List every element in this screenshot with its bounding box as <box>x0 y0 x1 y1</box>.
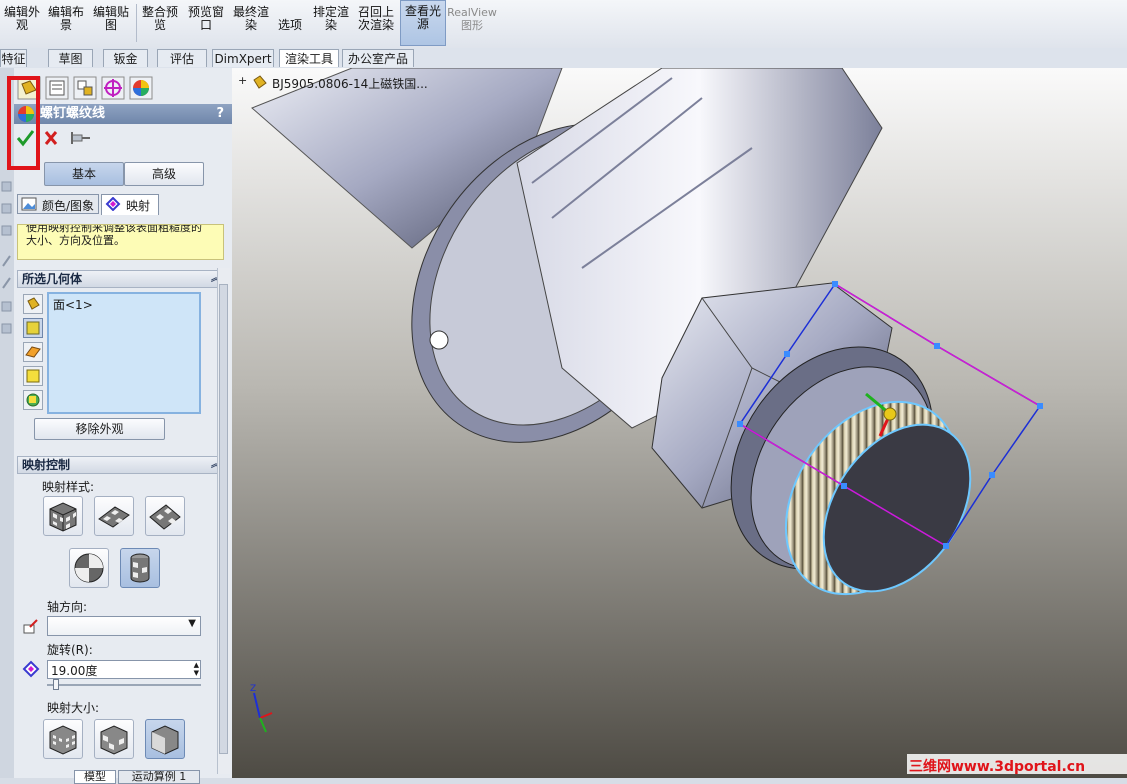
checker-sphere-icon <box>74 553 104 583</box>
panel-scrollbar[interactable] <box>217 268 230 774</box>
checker-projection-icon <box>149 504 181 530</box>
integrated-preview-button[interactable]: 整合预 览 <box>138 0 182 46</box>
property-manager-title: 螺钉螺纹线 <box>40 106 106 121</box>
dimxpert-manager-tab-icon[interactable] <box>101 76 125 100</box>
display-manager-tab-icon[interactable] <box>129 76 153 100</box>
options-button[interactable]: 选项 <box>273 0 307 46</box>
remove-appearance-button[interactable]: 移除外观 <box>34 418 165 440</box>
cancel-x-icon[interactable] <box>44 131 58 145</box>
property-manager-header: 螺钉螺纹线 ? <box>14 104 232 124</box>
surface-mapping-button[interactable] <box>43 496 83 536</box>
recall-last-render-button[interactable]: 召回上 次渲染 <box>353 0 399 46</box>
tab-motion-study[interactable]: 运动算例 1 <box>118 770 200 784</box>
mapping-size-label: 映射大小: <box>47 701 100 715</box>
pin-icon[interactable] <box>71 132 90 144</box>
mapping-control-header[interactable]: 映射控制 ︽ <box>17 456 226 474</box>
mapping-icon <box>105 197 121 211</box>
command-ribbon: 编辑外 观 编辑布 景 编辑贴 图 整合预 览 预览窗 口 最终渲 染 选项 排… <box>0 0 1127 49</box>
axis-direction-label: 轴方向: <box>47 600 88 614</box>
tab-model[interactable]: 模型 <box>74 770 116 784</box>
size-fit-button[interactable] <box>145 719 185 759</box>
model-scene[interactable]: Z Σ <box>232 68 1127 778</box>
part-filter-icon[interactable] <box>23 294 43 314</box>
checker-cube-icon <box>49 502 77 532</box>
face-filter-icon[interactable] <box>23 318 43 338</box>
rotation-label: 旋转(R): <box>47 643 93 657</box>
feature-manager-strip <box>0 68 14 778</box>
surface-filter-icon[interactable] <box>23 342 43 362</box>
spherical-mapping-button[interactable] <box>69 548 109 588</box>
checker-cylinder-icon <box>130 553 150 583</box>
manager-tab-row <box>14 76 232 100</box>
highlight-annotation-box <box>7 76 40 170</box>
selected-geometry-list[interactable]: 面<1> <box>47 292 201 414</box>
selected-geometry-header[interactable]: 所选几何体 ︽ <box>17 270 226 288</box>
help-button[interactable]: ? <box>216 104 224 124</box>
basic-mode-button[interactable]: 基本 <box>44 162 124 186</box>
tab-office-products[interactable]: 办公室产品 <box>342 49 414 67</box>
property-manager-tab-icon[interactable] <box>45 76 69 100</box>
view-lights-button[interactable]: 查看光 源 <box>400 0 446 46</box>
graphics-viewport[interactable]: Z Σ + BJ5905.0806-14上磁铁国... <box>232 68 1127 778</box>
final-render-button[interactable]: 最终渲 染 <box>229 0 273 46</box>
tab-features[interactable]: 特征 <box>0 49 27 67</box>
expand-icon[interactable]: + <box>238 74 247 87</box>
configuration-manager-tab-icon[interactable] <box>73 76 97 100</box>
axis-direction-dropdown[interactable]: ▼ <box>47 616 201 636</box>
watermark-text: 三维网www.3dportal.cn <box>909 759 1086 775</box>
tab-sheetmetal[interactable]: 钣金 <box>103 49 148 67</box>
rotation-icon <box>22 660 40 678</box>
size-small-button[interactable] <box>43 719 83 759</box>
spin-arrows-icon[interactable]: ▲ ▼ <box>194 661 199 677</box>
checker-plane-icon <box>98 506 130 528</box>
edit-appearance-button[interactable]: 编辑外 观 <box>0 0 44 46</box>
feature-filter-icon[interactable] <box>23 390 43 410</box>
preview-window-button[interactable]: 预览窗 口 <box>183 0 229 46</box>
tab-sketch[interactable]: 草图 <box>48 49 93 67</box>
property-manager-panel: 螺钉螺纹线 ? 基本 高级 颜色/图象 映射 使用映射控制来调整该表面粗糙度的大… <box>14 68 233 784</box>
checker-cube-icon <box>100 725 128 755</box>
flange-hole <box>429 330 449 350</box>
size-medium-button[interactable] <box>94 719 134 759</box>
svg-text:Z: Z <box>250 684 256 694</box>
mapping-style-label: 映射样式: <box>42 480 95 494</box>
body-filter-icon[interactable] <box>23 366 43 386</box>
rotation-slider[interactable] <box>47 679 201 691</box>
schedule-render-button[interactable]: 排定渲 染 <box>309 0 353 46</box>
command-tabs: 特征 草图 钣金 评估 DimXpert 渲染工具 办公室产品 <box>0 48 1127 69</box>
scrollbar-thumb[interactable] <box>219 284 228 754</box>
axis-direction-icon <box>23 619 38 634</box>
image-icon <box>21 197 37 211</box>
projection-mapping-button[interactable] <box>145 496 185 536</box>
tab-evaluate[interactable]: 评估 <box>157 49 207 67</box>
ribbon-separator <box>136 4 137 42</box>
checker-cube-icon <box>49 725 77 755</box>
tab-render-tools[interactable]: 渲染工具 <box>279 49 339 67</box>
edit-scene-button[interactable]: 编辑布 景 <box>44 0 88 46</box>
part-icon <box>253 75 267 89</box>
rotation-input[interactable]: 19.00度 ▲ ▼ <box>47 660 201 679</box>
list-item[interactable]: 面<1> <box>53 296 93 313</box>
dropdown-arrow-icon: ▼ <box>188 618 196 629</box>
tab-color-image[interactable]: 颜色/图象 <box>17 194 99 214</box>
svg-text:Σ: Σ <box>1086 68 1094 71</box>
cylindrical-mapping-button[interactable] <box>120 548 160 588</box>
checker-cube-icon <box>151 725 179 755</box>
hint-box: 使用映射控制来调整该表面粗糙度的大小、方向及位置。 <box>17 224 224 260</box>
slider-thumb[interactable] <box>53 679 59 690</box>
advanced-mode-button[interactable]: 高级 <box>124 162 204 186</box>
tab-dimxpert[interactable]: DimXpert <box>212 49 274 67</box>
tab-mapping[interactable]: 映射 <box>101 194 159 215</box>
edit-decal-button[interactable]: 编辑贴 图 <box>88 0 134 46</box>
realview-graphics-button[interactable]: RealView 图形 <box>447 0 497 46</box>
planar-mapping-button[interactable] <box>94 496 134 536</box>
